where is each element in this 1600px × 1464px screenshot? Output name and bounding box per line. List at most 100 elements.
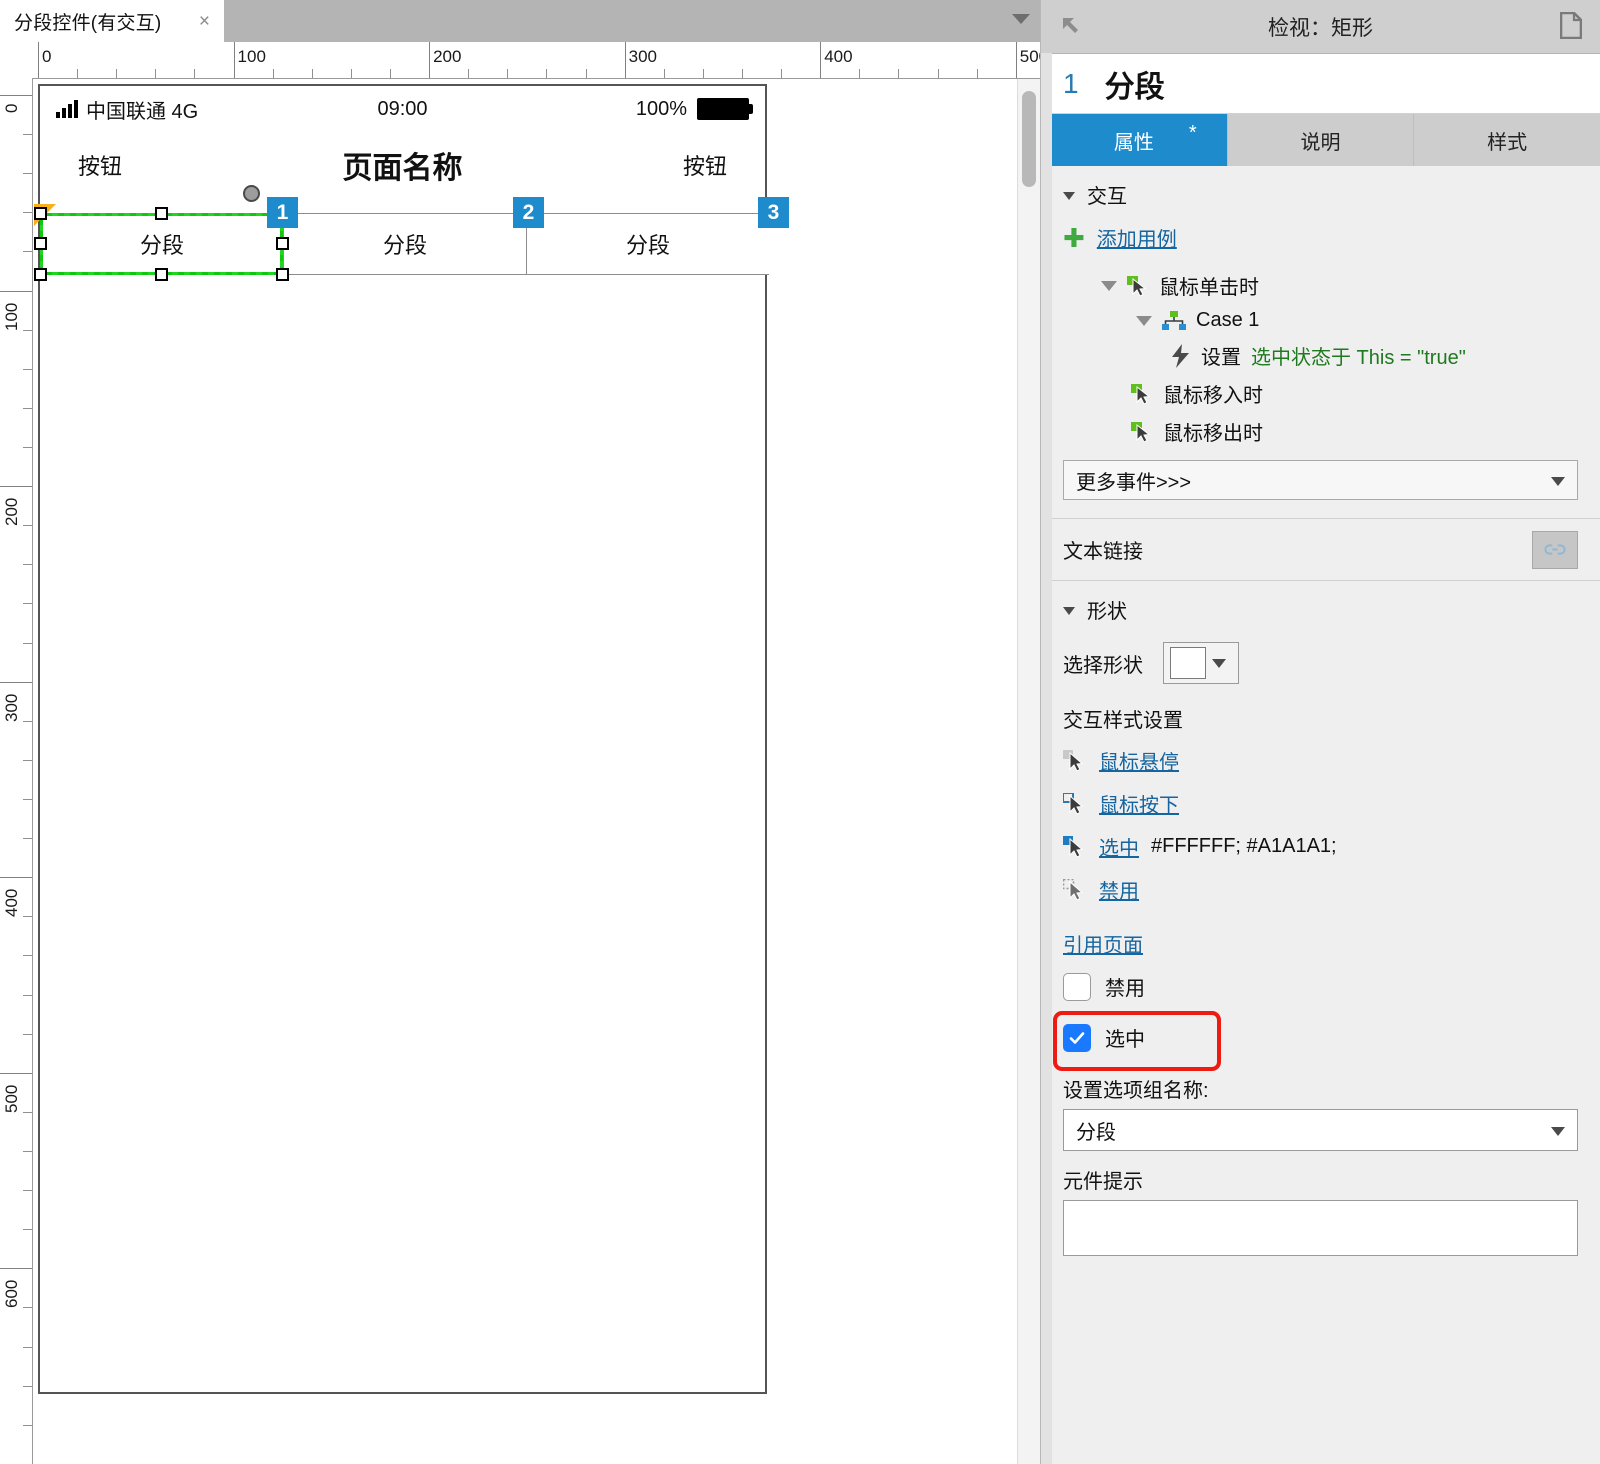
reference-badge-3[interactable]: 3 xyxy=(758,197,789,228)
style-link-selected[interactable]: 选中 xyxy=(1099,832,1139,861)
chevron-down-icon[interactable] xyxy=(1063,192,1075,200)
selected-checkbox[interactable] xyxy=(1063,1023,1091,1052)
widget-name[interactable]: 分段 xyxy=(1105,62,1165,106)
chevron-down-icon[interactable] xyxy=(1212,658,1226,668)
resize-handle-nw[interactable] xyxy=(34,207,47,220)
ruler-tick xyxy=(0,681,32,683)
design-canvas[interactable]: 中国联通 4G 09:00 100% 按钮 页面名称 按钮 分段 分段 分段 1… xyxy=(33,79,1018,1464)
link-icon[interactable] xyxy=(1532,530,1578,569)
page-icon[interactable] xyxy=(1560,12,1582,39)
chevron-down-icon[interactable] xyxy=(1551,477,1565,486)
disabled-checkbox-label: 禁用 xyxy=(1105,978,1145,1000)
ruler-tick xyxy=(23,1229,32,1231)
ruler-tick xyxy=(546,69,548,78)
style-link-hover[interactable]: 鼠标悬停 xyxy=(1099,746,1179,775)
add-case-link[interactable]: 添加用例 xyxy=(1097,223,1177,252)
reference-page-row[interactable]: 引用页面 xyxy=(1041,911,1600,964)
ruler-tick xyxy=(507,69,509,78)
mouse-click-icon xyxy=(1127,275,1147,296)
scrollbar-thumb[interactable] xyxy=(1022,91,1036,187)
segment-cell-2[interactable]: 分段 xyxy=(284,213,527,275)
selected-cursor-icon xyxy=(1063,835,1084,858)
inspector-body: 交互 ✚ 添加用例 鼠标单击时 Case 1 设置 选中状态于 This = "… xyxy=(1041,166,1600,1264)
canvas-vertical-scrollbar[interactable] xyxy=(1017,79,1040,1464)
ruler-tick xyxy=(937,69,939,78)
document-tab-strip: 分段控件(有交互) × xyxy=(0,0,1040,42)
phone-frame: 中国联通 4G 09:00 100% 按钮 页面名称 按钮 分段 分段 分段 1… xyxy=(34,84,789,1394)
style-row-disabled[interactable]: 禁用 xyxy=(1041,868,1600,911)
document-tab-label: 分段控件(有交互) xyxy=(14,12,162,34)
tab-properties-badge: * xyxy=(1188,122,1197,144)
ruler-tick xyxy=(0,486,32,488)
more-events-dropdown[interactable]: 更多事件>>> xyxy=(1063,460,1578,500)
style-link-disabled[interactable]: 禁用 xyxy=(1099,875,1139,904)
style-row-selected[interactable]: 选中 #FFFFFF; #A1A1A1; xyxy=(1041,825,1600,868)
widget-name-row[interactable]: 1 分段 xyxy=(1041,54,1600,114)
select-shape-label: 选择形状 xyxy=(1063,654,1143,677)
plus-icon[interactable]: ✚ xyxy=(1063,225,1085,251)
chevron-down-icon[interactable] xyxy=(1063,607,1075,615)
phone-navbar: 按钮 页面名称 按钮 xyxy=(40,132,765,198)
ruler-tick xyxy=(1015,42,1017,78)
interaction-section-header[interactable]: 交互 xyxy=(1041,180,1600,209)
chevron-down-icon[interactable] xyxy=(1551,1127,1565,1136)
selection-box[interactable] xyxy=(34,185,289,281)
group-name-select[interactable]: 分段 xyxy=(1063,1109,1578,1151)
tooltip-input[interactable] xyxy=(1063,1200,1578,1256)
segment-cell-3[interactable]: 分段 xyxy=(527,213,769,275)
arrow-up-left-icon[interactable] xyxy=(1059,14,1083,38)
reference-badge-2[interactable]: 2 xyxy=(513,197,544,228)
resize-handle-sw[interactable] xyxy=(34,268,47,281)
ruler-tick xyxy=(23,1033,32,1035)
resize-handle-w[interactable] xyxy=(34,237,47,250)
mouse-over-icon xyxy=(1131,383,1151,404)
ruler-tick xyxy=(23,916,32,918)
resize-handle-n[interactable] xyxy=(155,207,168,220)
action-row[interactable]: 设置 选中状态于 This = "true" xyxy=(1041,341,1600,370)
triangle-down-icon[interactable] xyxy=(1136,315,1152,326)
style-row-hover[interactable]: 鼠标悬停 xyxy=(1041,739,1600,782)
event-row-mouseenter[interactable]: 鼠标移入时 xyxy=(1041,379,1600,408)
style-link-mousedown[interactable]: 鼠标按下 xyxy=(1099,789,1179,818)
shape-section-header[interactable]: 形状 xyxy=(1041,595,1600,624)
ruler-tick xyxy=(976,69,978,78)
shape-section-label: 形状 xyxy=(1087,601,1127,623)
widget-number: 1 xyxy=(1063,67,1079,99)
add-case-row[interactable]: ✚ 添加用例 xyxy=(1041,219,1600,262)
inspector-scrollbar[interactable] xyxy=(1041,53,1052,1464)
tab-style[interactable]: 样式 xyxy=(1414,114,1600,166)
reference-badge-1[interactable]: 1 xyxy=(267,197,298,228)
rotate-handle[interactable] xyxy=(243,185,260,202)
disabled-checkbox[interactable] xyxy=(1063,972,1091,1001)
document-tab[interactable]: 分段控件(有交互) × xyxy=(0,0,224,42)
close-icon[interactable]: × xyxy=(195,10,214,33)
ruler-tick xyxy=(23,1190,32,1192)
shape-swatch xyxy=(1170,647,1206,679)
disabled-cursor-icon xyxy=(1063,878,1084,901)
shape-select-dropdown[interactable] xyxy=(1163,642,1239,684)
checkbox-row-disabled[interactable]: 禁用 xyxy=(1041,964,1600,1009)
page-title: 页面名称 xyxy=(342,152,463,185)
action-prefix: 设置 xyxy=(1201,347,1241,369)
reference-page-link[interactable]: 引用页面 xyxy=(1063,935,1143,957)
tab-notes[interactable]: 说明 xyxy=(1227,114,1415,166)
style-row-mousedown[interactable]: 鼠标按下 xyxy=(1041,782,1600,825)
resize-handle-e[interactable] xyxy=(276,237,289,250)
tab-properties[interactable]: 属性 * xyxy=(1041,114,1228,166)
resize-handle-s[interactable] xyxy=(155,268,168,281)
axure-rp-window: 分段控件(有交互) × 0 100 200 300 400 500 0 100 200 300 4… xyxy=(0,0,1600,1464)
ruler-tick xyxy=(350,69,352,78)
ruler-tick xyxy=(468,69,470,78)
action-detail: 选中状态于 This = "true" xyxy=(1251,347,1466,369)
case-row[interactable]: Case 1 xyxy=(1041,309,1600,332)
triangle-down-icon[interactable] xyxy=(1101,280,1117,291)
ruler-tick xyxy=(0,290,32,292)
event-row-click[interactable]: 鼠标单击时 xyxy=(1041,271,1600,300)
group-name-label: 设置选项组名称: xyxy=(1063,1080,1209,1102)
tooltip-label: 元件提示 xyxy=(1063,1171,1143,1193)
chevron-down-icon[interactable] xyxy=(1012,14,1030,24)
shape-section: 形状 选择形状 交互样式设置 鼠标悬停 鼠标按下 选中 #FFFFFF; #A1… xyxy=(1041,581,1600,1264)
resize-handle-se[interactable] xyxy=(276,268,289,281)
checkbox-row-selected[interactable]: 选中 xyxy=(1041,1011,1600,1071)
event-row-mouseleave[interactable]: 鼠标移出时 xyxy=(1041,417,1600,446)
